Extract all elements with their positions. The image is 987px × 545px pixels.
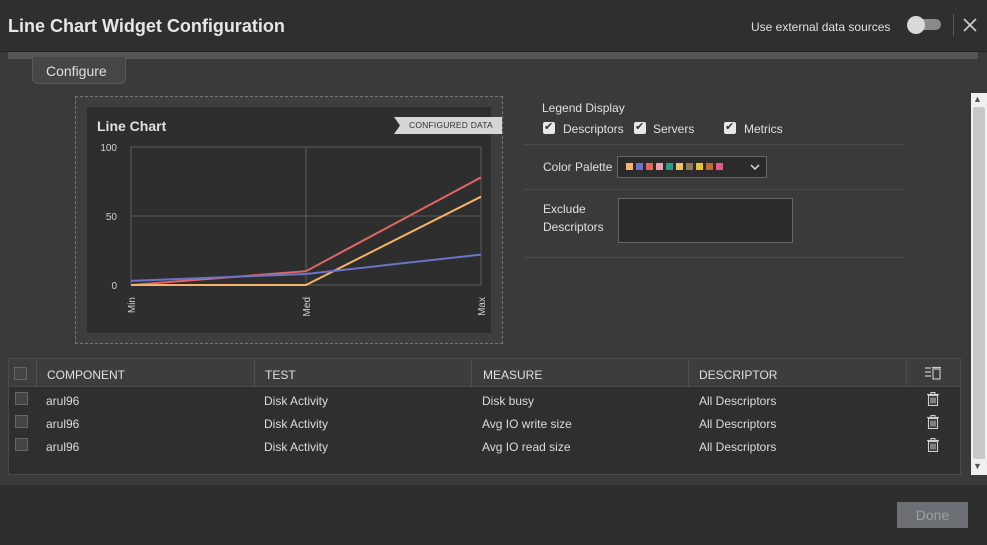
exclude-label-line1: Exclude xyxy=(543,202,586,216)
palette-swatch xyxy=(706,163,713,170)
exclude-label-line2: Descriptors xyxy=(543,220,604,234)
trash-icon xyxy=(927,438,939,453)
table-row[interactable]: arul96 Disk Activity Disk busy All Descr… xyxy=(9,389,960,412)
row-checkbox[interactable] xyxy=(15,415,28,428)
x-tick-label: Med xyxy=(302,297,313,316)
widget-config-dialog: Line Chart Widget Configuration Use exte… xyxy=(0,0,987,545)
metrics-label: Metrics xyxy=(744,122,783,136)
legend-display-label: Legend Display xyxy=(542,101,625,115)
cell-measure: Avg IO write size xyxy=(482,417,572,431)
column-divider xyxy=(906,359,907,387)
trash-icon xyxy=(927,415,939,430)
close-icon xyxy=(963,18,977,32)
header-divider xyxy=(953,14,954,36)
x-tick-label: Max xyxy=(477,297,488,316)
table-row[interactable]: arul96 Disk Activity Avg IO read size Al… xyxy=(9,435,960,458)
cell-component: arul96 xyxy=(46,440,80,454)
column-header-component[interactable]: COMPONENT xyxy=(47,368,125,382)
column-header-measure[interactable]: MEASURE xyxy=(483,368,542,382)
chart-preview-card: Line Chart CONFIGURED DATA 100 50 0 Min Med M… xyxy=(87,107,502,333)
delete-row-button[interactable] xyxy=(927,438,939,453)
delete-all-icon xyxy=(925,366,941,380)
column-divider xyxy=(471,359,472,387)
palette-swatch xyxy=(676,163,683,170)
measures-table: COMPONENT TEST MEASURE DESCRIPTOR arul96 xyxy=(8,358,961,475)
row-checkbox[interactable] xyxy=(15,392,28,405)
column-divider xyxy=(254,359,255,387)
tab-configure[interactable]: Configure xyxy=(32,57,126,84)
delete-row-button[interactable] xyxy=(927,392,939,407)
scrollbar-thumb[interactable] xyxy=(973,107,985,459)
tab-configure-label: Configure xyxy=(46,63,107,79)
close-button[interactable] xyxy=(960,15,980,35)
external-data-label: Use external data sources xyxy=(751,20,891,34)
dialog-footer: Done xyxy=(0,485,987,545)
palette-swatch xyxy=(646,163,653,170)
row-checkbox[interactable] xyxy=(15,438,28,451)
palette-swatch xyxy=(686,163,693,170)
done-button[interactable]: Done xyxy=(897,502,968,528)
trash-icon xyxy=(927,392,939,407)
palette-swatch xyxy=(716,163,723,170)
y-tick-label: 50 xyxy=(106,212,118,223)
servers-checkbox[interactable] xyxy=(634,120,646,134)
dialog-title: Line Chart Widget Configuration xyxy=(8,16,285,36)
color-palette-select[interactable] xyxy=(617,156,767,178)
y-tick-label: 0 xyxy=(111,281,117,292)
select-all-checkbox[interactable] xyxy=(14,367,27,380)
cell-component: arul96 xyxy=(46,417,80,431)
scroll-up-icon[interactable]: ▲ xyxy=(973,94,982,104)
line-chart: 100 50 0 Min Med Max xyxy=(100,143,488,316)
cell-measure: Disk busy xyxy=(482,394,535,408)
dialog-header: Line Chart Widget Configuration Use exte… xyxy=(0,0,987,52)
table-header: COMPONENT TEST MEASURE DESCRIPTOR xyxy=(9,359,960,387)
cell-test: Disk Activity xyxy=(264,394,329,408)
y-tick-label: 100 xyxy=(100,143,117,154)
cell-descriptor: All Descriptors xyxy=(699,440,777,454)
delete-row-button[interactable] xyxy=(927,415,939,430)
cell-measure: Avg IO read size xyxy=(482,440,571,454)
cell-test: Disk Activity xyxy=(264,417,329,431)
cell-test: Disk Activity xyxy=(264,440,329,454)
table-row[interactable]: arul96 Disk Activity Avg IO write size A… xyxy=(9,412,960,435)
delete-all-button[interactable] xyxy=(925,366,941,380)
palette-swatch xyxy=(656,163,663,170)
color-palette-label: Color Palette xyxy=(543,160,613,174)
palette-swatch xyxy=(626,163,633,170)
external-data-toggle[interactable] xyxy=(907,16,943,34)
palette-swatch xyxy=(666,163,673,170)
palette-swatch xyxy=(696,163,703,170)
servers-label: Servers xyxy=(653,122,695,136)
exclude-descriptors-input[interactable] xyxy=(618,198,793,243)
scrollbar[interactable]: ▲ ▼ xyxy=(970,93,987,475)
column-divider xyxy=(688,359,689,387)
column-header-descriptor[interactable]: DESCRIPTOR xyxy=(699,368,777,382)
descriptors-label: Descriptors xyxy=(563,122,624,136)
cell-descriptor: All Descriptors xyxy=(699,394,777,408)
column-header-test[interactable]: TEST xyxy=(265,368,296,382)
cell-descriptor: All Descriptors xyxy=(699,417,777,431)
metrics-checkbox[interactable] xyxy=(724,120,736,134)
column-divider xyxy=(36,359,37,387)
chevron-down-icon xyxy=(750,159,760,178)
cell-component: arul96 xyxy=(46,394,80,408)
legend-display-row: Legend Display Descriptors Servers Metri… xyxy=(524,92,904,145)
x-tick-label: Min xyxy=(127,297,138,313)
palette-swatch xyxy=(636,163,643,170)
scroll-down-icon[interactable]: ▼ xyxy=(973,461,982,471)
descriptors-checkbox[interactable] xyxy=(543,120,555,134)
toggle-knob xyxy=(907,16,925,34)
tab-strip xyxy=(8,52,978,59)
chart-preview-frame: Line Chart CONFIGURED DATA 100 50 0 Min Med M… xyxy=(75,96,503,344)
